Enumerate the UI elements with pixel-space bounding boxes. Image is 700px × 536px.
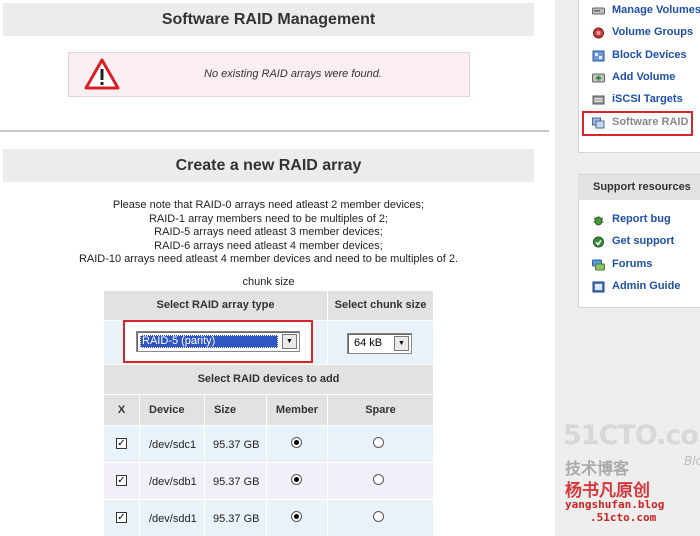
block-devices-icon — [592, 50, 605, 62]
iscsi-icon — [592, 94, 605, 106]
management-title: Software RAID Management — [3, 3, 534, 36]
member-radio[interactable] — [291, 437, 302, 448]
device-checkbox[interactable]: ✓ — [116, 475, 127, 486]
member-radio[interactable] — [291, 511, 302, 522]
watermark-logo: 51CTO.com — [563, 420, 700, 451]
devices-header: Select RAID devices to add — [104, 365, 433, 394]
raid-notes: Please note that RAID-0 arrays need atle… — [3, 199, 534, 267]
note-line: Please note that RAID-0 arrays need atle… — [112, 199, 425, 211]
support-link-get-support[interactable]: Get support — [612, 235, 674, 247]
chevron-down-icon[interactable]: ▼ — [394, 336, 409, 351]
device-checkbox[interactable]: ✓ — [116, 512, 127, 523]
member-radio[interactable] — [291, 474, 302, 485]
raid-icon — [592, 117, 605, 129]
chunk-size-header: Select chunk size — [328, 291, 433, 320]
sidebar-item-manage-volumes[interactable]: Manage Volumes — [612, 4, 700, 16]
raid-type-select[interactable]: RAID-5 (parity) ▼ — [136, 331, 300, 352]
drive-icon — [592, 5, 605, 17]
chunk-size-value: 64 kB — [354, 337, 383, 349]
device-size: 95.37 GB — [213, 439, 260, 451]
watermark-text: Blog — [684, 454, 700, 468]
create-title: Create a new RAID array — [3, 149, 534, 182]
col-header-x: X — [104, 395, 139, 425]
volume-groups-icon — [592, 27, 605, 39]
device-name: /dev/sdc1 — [149, 439, 197, 451]
sidebar-item-block-devices[interactable]: Block Devices — [612, 49, 687, 61]
add-volume-icon — [592, 72, 605, 84]
sidebar-item-add-volume[interactable]: Add Volume — [612, 71, 675, 83]
note-line: RAID-5 arrays need atleast 3 member devi… — [154, 226, 383, 238]
forums-icon — [592, 259, 605, 271]
support-link-report-bug[interactable]: Report bug — [612, 213, 671, 225]
col-header-spare: Spare — [328, 395, 433, 425]
support-link-admin-guide[interactable]: Admin Guide — [612, 280, 680, 292]
spare-radio[interactable] — [373, 437, 384, 448]
spare-radio[interactable] — [373, 511, 384, 522]
raid-type-highlight: RAID-5 (parity) ▼ — [123, 320, 313, 363]
note-line: RAID-6 arrays need atleast 4 member devi… — [154, 239, 383, 252]
raid-type-value: RAID-5 (parity) — [140, 335, 278, 348]
note-line: RAID-10 arrays need atleast 4 member dev… — [78, 253, 459, 265]
book-icon — [592, 281, 605, 293]
device-size: 95.37 GB — [213, 476, 260, 488]
note-line: RAID-1 array members need to be multiple… — [148, 212, 389, 225]
col-header-member: Member — [267, 395, 327, 425]
sidebar-item-software-raid[interactable]: Software RAID — [612, 116, 688, 128]
watermark-url: .51cto.com — [590, 511, 657, 524]
empty-notice: No existing RAID arrays were found. — [68, 52, 470, 97]
support-resources-title: Support resources — [578, 175, 700, 200]
section-divider — [0, 130, 549, 132]
raid-type-header: Select RAID array type — [104, 291, 327, 320]
watermark-url: yangshufan.blog — [565, 498, 665, 511]
sidebar-item-volume-groups[interactable]: Volume Groups — [612, 26, 693, 38]
spare-radio[interactable] — [373, 474, 384, 485]
bug-icon — [592, 214, 605, 226]
device-name: /dev/sdb1 — [149, 476, 197, 488]
device-checkbox[interactable]: ✓ — [116, 438, 127, 449]
chevron-down-icon[interactable]: ▼ — [282, 334, 297, 349]
chunk-size-select[interactable]: 64 kB ▼ — [347, 333, 412, 354]
chunk-caption: chunk size — [242, 276, 295, 288]
sidebar-item-iscsi-targets[interactable]: iSCSI Targets — [612, 93, 683, 105]
warning-icon — [84, 58, 120, 90]
notice-text: No existing RAID arrays were found. — [204, 68, 382, 80]
device-name: /dev/sdd1 — [149, 513, 197, 525]
col-header-device: Device — [140, 395, 204, 425]
support-icon — [592, 236, 605, 248]
col-header-size: Size — [205, 395, 266, 425]
device-size: 95.37 GB — [213, 513, 260, 525]
support-link-forums[interactable]: Forums — [612, 258, 652, 270]
